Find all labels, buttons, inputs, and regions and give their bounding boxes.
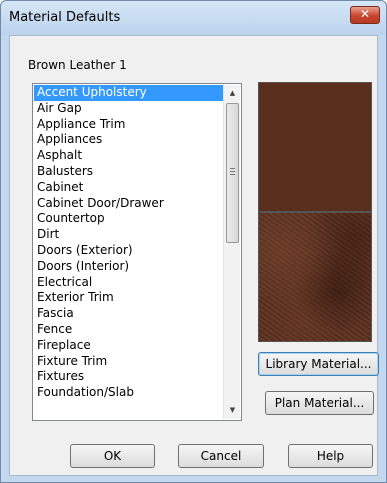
list-item[interactable]: Electrical [34, 275, 224, 291]
cancel-button[interactable]: Cancel [178, 444, 264, 468]
scroll-down-icon[interactable]: ▼ [224, 402, 241, 419]
material-color-swatch [258, 82, 372, 212]
list-item[interactable]: Fixtures [34, 369, 224, 385]
title-bar[interactable]: Material Defaults ✕ [1, 1, 386, 35]
scroll-up-icon[interactable]: ▲ [224, 85, 241, 102]
close-button[interactable]: ✕ [350, 6, 380, 24]
library-material-button[interactable]: Library Material... [258, 352, 379, 376]
close-icon: ✕ [359, 7, 371, 21]
list-item[interactable]: Asphalt [34, 148, 224, 164]
list-item[interactable]: Dirt [34, 227, 224, 243]
material-name-label: Brown Leather 1 [28, 58, 127, 72]
ok-button[interactable]: OK [70, 444, 155, 468]
list-item[interactable]: Appliances [34, 132, 224, 148]
list-item[interactable]: Cabinet Door/Drawer [34, 196, 224, 212]
list-item[interactable]: Accent Upholstery [34, 85, 224, 101]
material-texture-preview [258, 212, 372, 342]
list-scrollbar[interactable]: ▲ ▼ [223, 85, 240, 419]
list-item[interactable]: Exterior Trim [34, 290, 224, 306]
list-items: Accent Upholstery Air Gap Appliance Trim Ap… [34, 85, 224, 419]
list-item[interactable]: Cabinet [34, 180, 224, 196]
list-item[interactable]: Doors (Exterior) [34, 243, 224, 259]
list-item[interactable]: Foundation/Slab [34, 385, 224, 401]
window-title: Material Defaults [9, 10, 121, 25]
list-item[interactable]: Fence [34, 322, 224, 338]
grip-icon [230, 168, 235, 175]
help-button[interactable]: Help [288, 444, 373, 468]
list-item[interactable]: Air Gap [34, 101, 224, 117]
plan-material-button[interactable]: Plan Material... [265, 391, 374, 415]
list-item[interactable]: Countertop [34, 211, 224, 227]
dialog-body: Brown Leather 1 Accent Upholstery Air Gap… [9, 35, 379, 476]
list-item[interactable]: Fireplace [34, 338, 224, 354]
list-item[interactable]: Balusters [34, 164, 224, 180]
list-item[interactable]: Fixture Trim [34, 354, 224, 370]
list-item[interactable]: Fascia [34, 306, 224, 322]
scroll-thumb[interactable] [226, 103, 239, 243]
list-item[interactable]: Doors (Interior) [34, 259, 224, 275]
list-item[interactable]: Appliance Trim [34, 117, 224, 133]
material-category-list[interactable]: Accent Upholstery Air Gap Appliance Trim Ap… [32, 83, 242, 421]
material-defaults-dialog: Material Defaults ✕ Brown Leather 1 Acce… [0, 0, 387, 483]
